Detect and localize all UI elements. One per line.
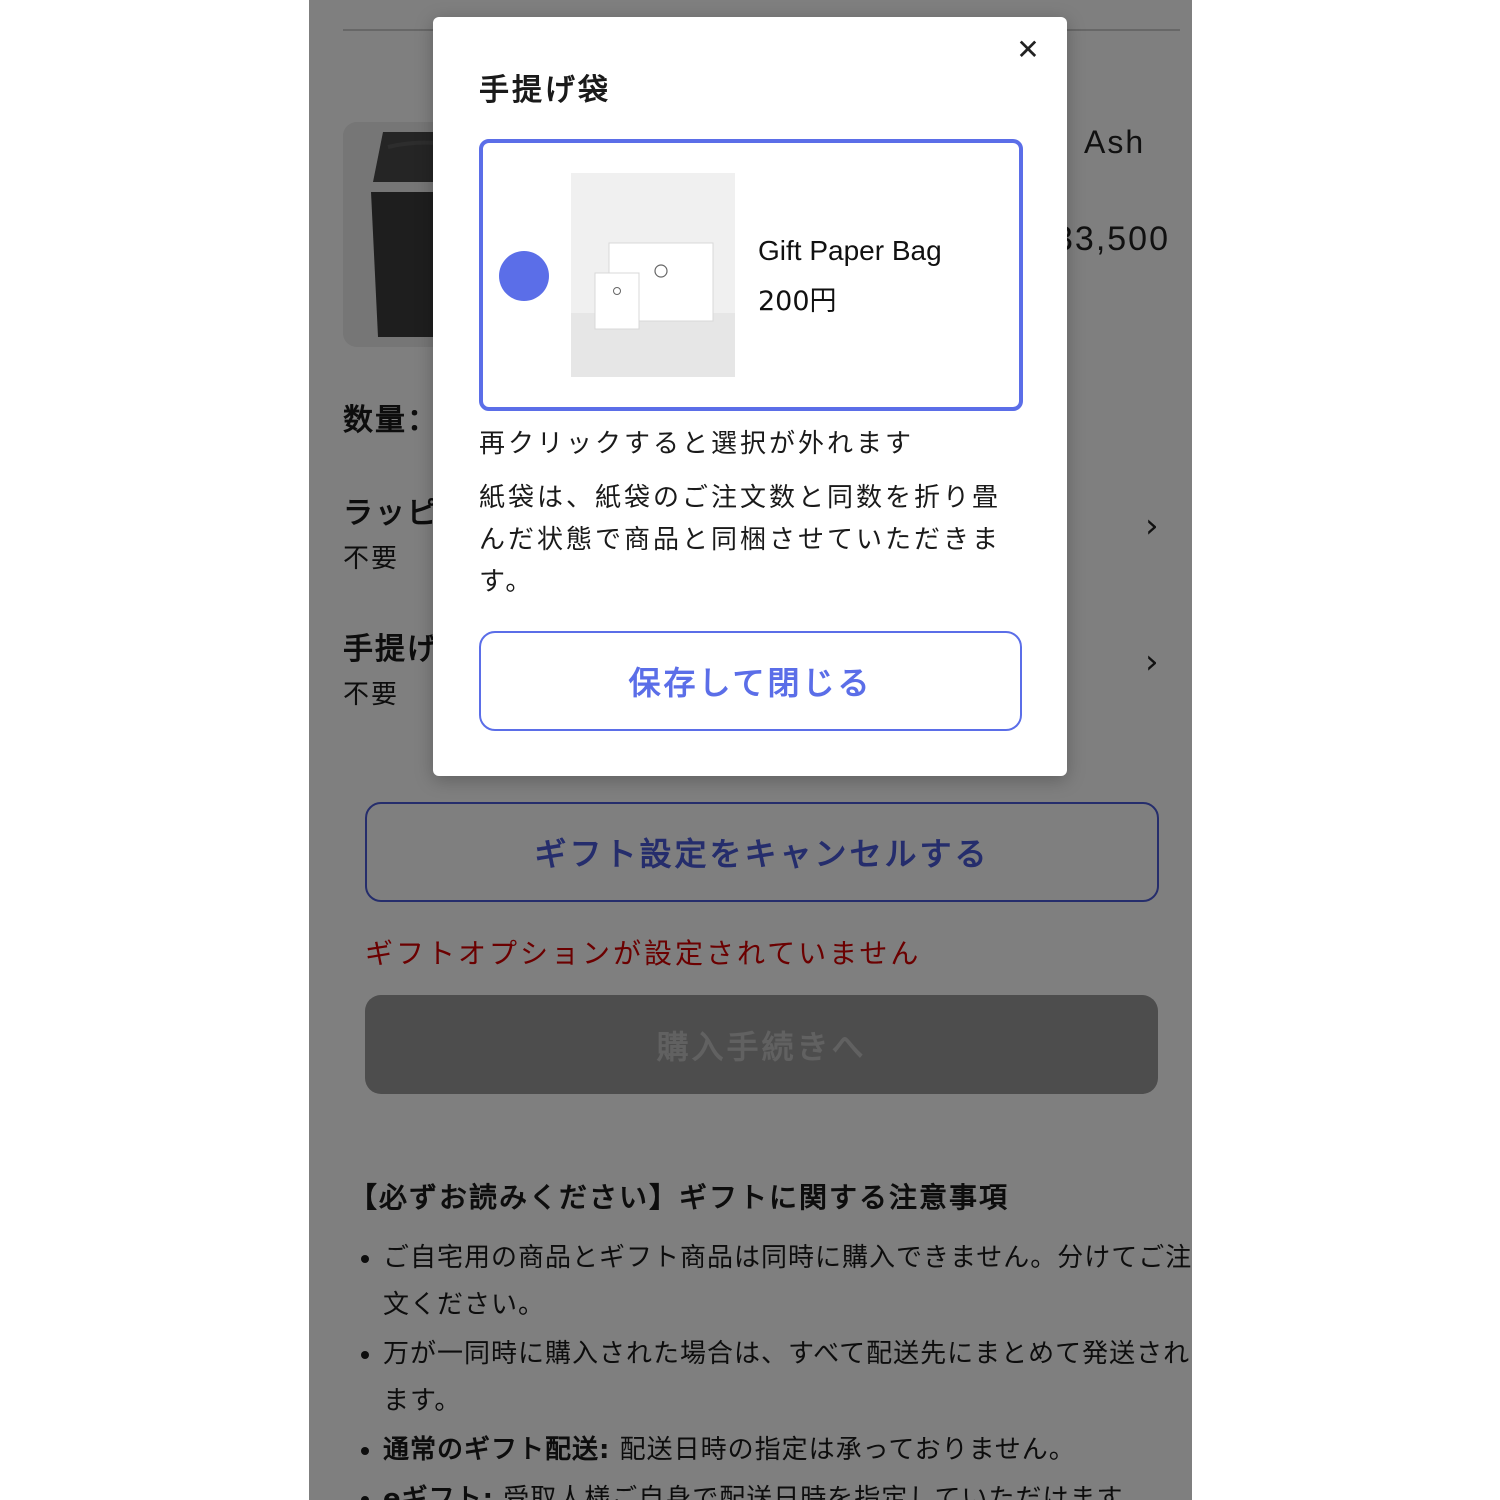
gift-paper-bag-option[interactable]: Gift Paper Bag 200円 (479, 139, 1023, 411)
bag-description: 紙袋は、紙袋のご注文数と同数を折り畳んだ状態で商品と同梱させていただきます。 (479, 483, 1002, 597)
handbag-modal: 手提げ袋 ✕ Gift Paper Bag 200円 再クリックすると選択が外れ… (433, 17, 1067, 776)
save-and-close-button[interactable]: 保存して閉じる (479, 631, 1022, 731)
paper-bag-image (571, 173, 735, 377)
modal-title: 手提げ袋 (479, 73, 611, 108)
radio-selected-indicator[interactable] (499, 251, 549, 301)
option-name: Gift Paper Bag (758, 235, 942, 266)
option-price: 200円 (758, 286, 837, 317)
deselect-hint: 再クリックすると選択が外れます (479, 429, 915, 459)
close-icon[interactable]: ✕ (1013, 35, 1043, 65)
